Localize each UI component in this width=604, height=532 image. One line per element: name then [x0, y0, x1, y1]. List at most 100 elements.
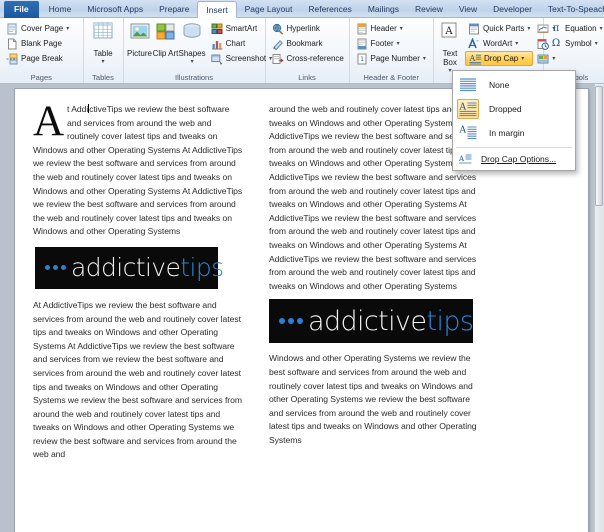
equation-caret-icon[interactable]: ▾ — [600, 25, 603, 32]
dropcap-options-icon: A — [457, 149, 473, 169]
vertical-scrollbar[interactable] — [594, 84, 604, 532]
symbol-icon: Ω — [551, 37, 561, 49]
picture-button[interactable]: Picture — [127, 21, 153, 58]
footer-button[interactable]: Footer ▾ — [353, 36, 429, 51]
drop-cap-button[interactable]: A Drop Cap ▾ — [465, 51, 534, 66]
drop-cap-menu-item-dropped[interactable]: A Dropped — [453, 97, 575, 121]
tab-page-layout[interactable]: Page Layout — [237, 1, 301, 18]
tab-developer[interactable]: Developer — [485, 1, 540, 18]
left-paragraph-2[interactable]: At AddictiveTips we review the best soft… — [33, 299, 245, 462]
ribbon-group-symbols-body: π Equation ▾ Ω Symbol ▾ — [547, 20, 604, 72]
dropcap-none-icon — [457, 75, 479, 95]
wordart-button[interactable]: WordArt ▾ — [465, 36, 533, 51]
blank-page-icon — [6, 38, 18, 50]
equation-label: Equation — [565, 24, 597, 33]
wordart-caret-icon[interactable]: ▾ — [515, 40, 518, 47]
ribbon-group-links: Hyperlink Bookmark Cross-reference Links — [266, 18, 350, 83]
drop-cap-menu-item-none[interactable]: None — [453, 73, 575, 97]
page-break-button[interactable]: Page Break — [3, 51, 72, 66]
tab-mailings[interactable]: Mailings — [360, 1, 407, 18]
tab-references[interactable]: References — [300, 1, 359, 18]
word-application-window: File Home Microsoft Apps Prepare Insert … — [0, 0, 604, 532]
drop-cap-menu-item-dropped-label: Dropped — [489, 104, 522, 114]
header-button[interactable]: Header ▾ — [353, 21, 429, 36]
header-caret-icon[interactable]: ▾ — [400, 25, 403, 32]
screenshot-icon — [210, 53, 223, 65]
equation-button[interactable]: π Equation ▾ — [547, 21, 604, 36]
left-paragraph-1-text-before-caret: t Addi — [67, 104, 89, 114]
quick-parts-button[interactable]: Quick Parts ▾ — [465, 21, 533, 36]
tab-insert[interactable]: Insert — [197, 1, 237, 18]
ribbon-group-pages-label: Pages — [30, 73, 52, 82]
drop-cap-options-item[interactable]: A Drop Cap Options... — [453, 150, 575, 168]
chart-label: Chart — [225, 39, 246, 48]
blank-page-button[interactable]: Blank Page — [3, 36, 72, 51]
bookmark-label: Bookmark — [286, 39, 323, 48]
header-icon — [356, 23, 368, 35]
shapes-button[interactable]: Shapes ▾ — [179, 21, 206, 65]
addictivetips-logo-2: addictivetips — [269, 299, 474, 344]
text-small-stack: Quick Parts ▾ WordArt ▾ A Drop Cap ▾ — [465, 21, 534, 66]
shapes-caret-icon[interactable]: ▾ — [191, 58, 194, 65]
drop-cap-caret-icon[interactable]: ▾ — [521, 55, 524, 62]
logo-dot — [297, 318, 303, 325]
tab-file[interactable]: File — [4, 1, 39, 18]
cover-page-icon — [6, 23, 18, 35]
table-caret-icon[interactable]: ▾ — [101, 58, 104, 65]
ribbon-group-illustrations: Picture Clip Art Shapes ▾ SmartArt Chart… — [124, 18, 272, 83]
tab-review[interactable]: Review — [407, 1, 451, 18]
drop-cap-menu[interactable]: None A Dropped A In margin A Drop Cap Op… — [452, 70, 576, 171]
ribbon-group-illustrations-label: Illustrations — [175, 73, 213, 82]
screenshot-label: Screenshot — [225, 54, 267, 63]
page-number-caret-icon[interactable]: ▾ — [423, 55, 426, 62]
ribbon-group-links-label: Links — [298, 73, 316, 82]
table-button[interactable]: Table ▾ — [87, 21, 120, 65]
page-number-label: Page Number — [370, 54, 420, 63]
table-icon — [90, 22, 116, 48]
bookmark-button[interactable]: Bookmark — [269, 36, 347, 51]
left-paragraph-1[interactable]: At AddictiveTips we review the best soft… — [33, 100, 245, 239]
symbol-caret-icon[interactable]: ▾ — [595, 40, 598, 47]
cover-page-caret-icon[interactable]: ▾ — [66, 25, 69, 32]
smartart-icon — [211, 23, 223, 35]
page-break-icon — [6, 53, 18, 65]
right-paragraph-1[interactable]: around the web and routinely cover lates… — [269, 103, 479, 293]
cover-page-button[interactable]: Cover Page ▾ — [3, 21, 72, 36]
footer-caret-icon[interactable]: ▾ — [397, 40, 400, 47]
ribbon-group-illustrations-body: Picture Clip Art Shapes ▾ SmartArt Chart… — [127, 20, 272, 72]
chart-icon — [211, 38, 223, 50]
hyperlink-label: Hyperlink — [286, 24, 320, 33]
ribbon-group-header-footer-body: Header ▾ Footer ▾ 1 Page Number ▾ — [353, 20, 431, 72]
tab-text-to-speach[interactable]: Text-To-Speach — [540, 1, 604, 18]
drop-cap-icon: A — [469, 53, 481, 65]
clip-art-icon — [153, 22, 179, 48]
ribbon-tab-bar: File Home Microsoft Apps Prepare Insert … — [0, 0, 604, 18]
text-box-button[interactable]: A Text Box ▾ — [437, 21, 463, 74]
page-number-button[interactable]: 1 Page Number ▾ — [353, 51, 429, 66]
quick-parts-caret-icon[interactable]: ▾ — [527, 25, 530, 32]
drop-cap-menu-item-in-margin[interactable]: A In margin — [453, 121, 575, 145]
tab-home[interactable]: Home — [41, 1, 80, 18]
logo-wordmark-2: addictivetips — [308, 306, 474, 337]
text-box-label: Text Box — [442, 49, 458, 67]
right-paragraph-2[interactable]: Windows and other Operating Systems we r… — [269, 352, 479, 447]
addictivetips-logo-1: addictivetips — [35, 246, 224, 289]
tab-view[interactable]: View — [451, 1, 485, 18]
cover-page-label: Cover Page — [21, 24, 64, 33]
hyperlink-button[interactable]: Hyperlink — [269, 21, 347, 36]
logo-dot — [288, 318, 294, 325]
ribbon-group-header-footer: Header ▾ Footer ▾ 1 Page Number ▾ Header… — [350, 18, 434, 83]
tab-prepare[interactable]: Prepare — [151, 1, 197, 18]
document-column-left: At AddictiveTips we review the best soft… — [33, 100, 245, 532]
cross-reference-button[interactable]: Cross-reference — [269, 51, 347, 66]
ribbon-group-tables: Table ▾ Tables — [84, 18, 124, 83]
symbol-button[interactable]: Ω Symbol ▾ — [547, 36, 604, 51]
smartart-label: SmartArt — [225, 24, 258, 33]
ribbon-group-pages: Cover Page ▾ Blank Page Page Break Pages — [0, 18, 84, 83]
logo-text-white-1: addictive — [71, 253, 181, 283]
ribbon-group-tables-body: Table ▾ — [87, 20, 120, 72]
clip-art-button[interactable]: Clip Art — [153, 21, 179, 58]
logo-dot — [61, 265, 66, 271]
tab-microsoft-apps[interactable]: Microsoft Apps — [79, 1, 151, 18]
vertical-scrollbar-thumb[interactable] — [595, 86, 603, 206]
